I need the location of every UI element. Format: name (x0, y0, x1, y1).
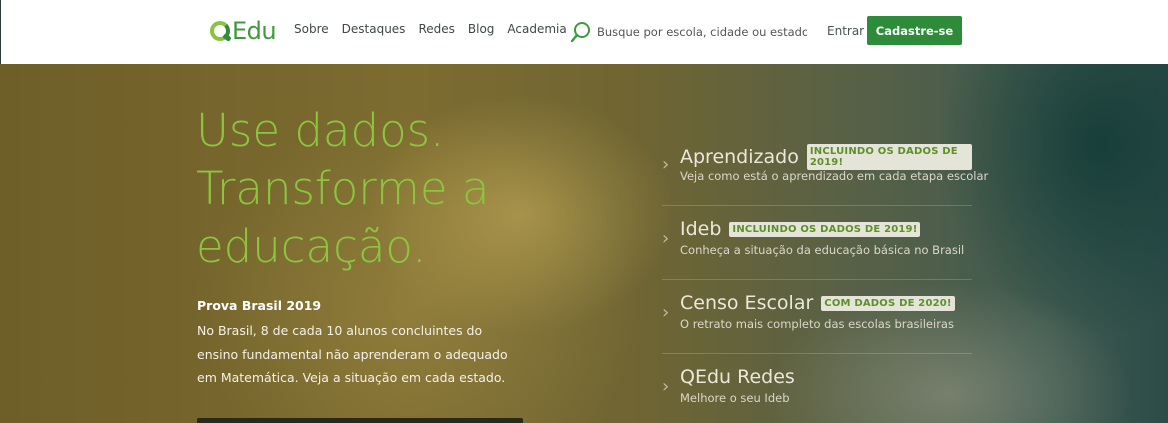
feature-title: Censo Escolar (680, 292, 814, 314)
highlight-text: No Brasil, 8 de cada 10 alunos concluint… (197, 323, 508, 385)
feature-badge: INCLUINDO OS DADOS DE 2019! (729, 221, 921, 237)
highlight-action-bar[interactable] (197, 418, 523, 423)
feature-badge: COM DADOS DE 2020! (821, 295, 955, 311)
chevron-right-icon: › (662, 228, 670, 249)
feature-title: Ideb (680, 218, 722, 240)
nav-item-blog[interactable]: Blog (468, 22, 495, 36)
signup-button[interactable]: Cadastre-se (867, 16, 962, 45)
nav-item-redes[interactable]: Redes (418, 22, 454, 36)
hero-title-line: Transforme a (196, 162, 490, 215)
nav-item-sobre[interactable]: Sobre (294, 22, 329, 36)
chevron-right-icon: › (662, 302, 670, 323)
main-nav: Sobre Destaques Redes Blog Academia (294, 22, 567, 36)
chevron-right-icon: › (662, 154, 670, 175)
qedu-logo[interactable]: Edu (209, 16, 277, 46)
login-link[interactable]: Entrar (827, 24, 864, 38)
logo-text: Edu (232, 17, 277, 45)
nav-item-destaques[interactable]: Destaques (342, 22, 406, 36)
search-box (570, 20, 810, 44)
search-icon[interactable] (570, 21, 592, 43)
chevron-right-icon: › (662, 376, 670, 397)
feature-item-censo-escolar[interactable]: › Censo Escolar COM DADOS DE 2020! O ret… (662, 280, 972, 354)
hero-section: Use dados. Transforme a educação. Prova … (0, 64, 1168, 423)
feature-description: Melhore o seu Ideb (680, 391, 790, 405)
feature-description: O retrato mais completo das escolas bras… (680, 317, 954, 331)
hero-title-line: Use dados. (196, 104, 445, 157)
nav-item-academia[interactable]: Academia (507, 22, 566, 36)
feature-item-qedu-redes[interactable]: › QEdu Redes Melhore o seu Ideb (662, 354, 972, 423)
feature-title: Aprendizado (680, 146, 799, 168)
highlight-title: Prova Brasil 2019 (197, 298, 322, 313)
hero-title: Use dados. Transforme a educação. (196, 102, 489, 276)
site-header: Edu Sobre Destaques Redes Blog Academia … (0, 0, 1168, 64)
feature-badge: INCLUINDO OS DADOS DE 2019! (806, 144, 972, 170)
qedu-logo-icon (209, 20, 232, 42)
hero-title-line: educação. (196, 220, 427, 273)
feature-list: › Aprendizado INCLUINDO OS DADOS DE 2019… (662, 132, 988, 423)
feature-item-aprendizado[interactable]: › Aprendizado INCLUINDO OS DADOS DE 2019… (662, 132, 988, 206)
search-input[interactable] (597, 25, 807, 39)
feature-description: Conheça a situação da educação básica no… (680, 243, 965, 257)
feature-description: Veja como está o aprendizado em cada eta… (680, 169, 989, 183)
feature-item-ideb[interactable]: › Ideb INCLUINDO OS DADOS DE 2019! Conhe… (662, 206, 972, 280)
feature-title: QEdu Redes (680, 366, 795, 388)
